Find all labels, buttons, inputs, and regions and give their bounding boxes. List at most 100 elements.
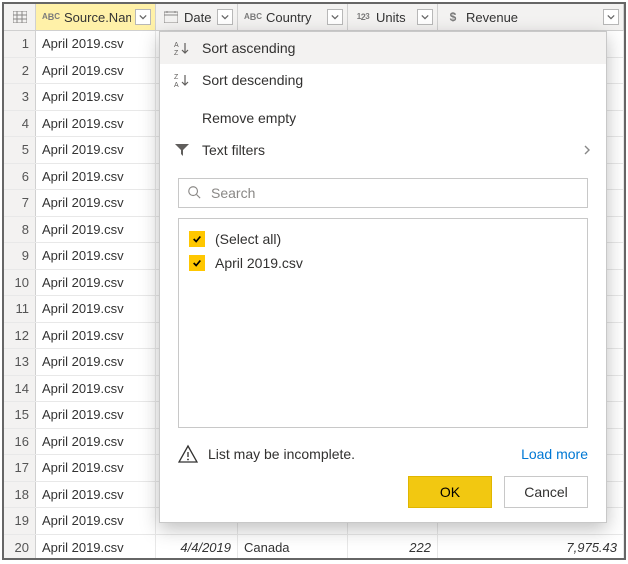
menu-label: Sort ascending xyxy=(202,40,295,56)
column-header-label: Revenue xyxy=(466,10,599,25)
cell-source[interactable]: April 2019.csv xyxy=(36,243,156,269)
row-number[interactable]: 2 xyxy=(4,58,36,84)
column-header-label: Source.Name xyxy=(64,10,131,25)
filter-select-all[interactable]: (Select all) xyxy=(189,227,577,251)
funnel-icon xyxy=(174,142,190,158)
menu-label: Remove empty xyxy=(202,110,296,126)
cell-source[interactable]: April 2019.csv xyxy=(36,217,156,243)
table-corner[interactable] xyxy=(4,4,36,30)
checkbox-checked-icon xyxy=(189,231,205,247)
column-header-date[interactable]: Date xyxy=(156,4,238,30)
text-type-icon: B xyxy=(244,10,262,24)
cell-country[interactable]: Canada xyxy=(238,535,348,559)
filter-search-input[interactable] xyxy=(209,184,579,202)
cell-source[interactable]: April 2019.csv xyxy=(36,137,156,163)
row-number[interactable]: 7 xyxy=(4,190,36,216)
row-number[interactable]: 8 xyxy=(4,217,36,243)
filter-search[interactable] xyxy=(178,178,588,208)
cancel-button[interactable]: Cancel xyxy=(504,476,588,508)
row-number[interactable]: 1 xyxy=(4,31,36,57)
cell-source[interactable]: April 2019.csv xyxy=(36,164,156,190)
row-number[interactable]: 19 xyxy=(4,508,36,534)
chevron-right-icon xyxy=(582,142,592,158)
row-number[interactable]: 20 xyxy=(4,535,36,559)
cell-source[interactable]: April 2019.csv xyxy=(36,376,156,402)
text-type-icon: B xyxy=(42,10,60,24)
svg-text:A: A xyxy=(174,82,179,88)
number-type-icon: 2 xyxy=(354,10,372,24)
sort-ascending-icon: AZ xyxy=(174,40,190,56)
sort-descending-item[interactable]: ZA Sort descending xyxy=(160,64,606,96)
row-number[interactable]: 17 xyxy=(4,455,36,481)
filter-incomplete-row: List may be incomplete. Load more xyxy=(160,438,606,466)
svg-text:Z: Z xyxy=(174,74,179,81)
cell-source[interactable]: April 2019.csv xyxy=(36,111,156,137)
cell-source[interactable]: April 2019.csv xyxy=(36,402,156,428)
search-icon xyxy=(187,185,201,202)
svg-text:Z: Z xyxy=(174,50,179,56)
row-number[interactable]: 15 xyxy=(4,402,36,428)
row-number[interactable]: 3 xyxy=(4,84,36,110)
checkbox-checked-icon xyxy=(189,255,205,271)
row-number[interactable]: 11 xyxy=(4,296,36,322)
menu-label: Sort descending xyxy=(202,72,303,88)
remove-empty-item[interactable]: Remove empty xyxy=(160,102,606,134)
text-filters-item[interactable]: Text filters xyxy=(160,134,606,166)
cell-revenue[interactable]: 7,975.43 xyxy=(438,535,624,559)
cell-source[interactable]: April 2019.csv xyxy=(36,535,156,559)
cell-source[interactable]: April 2019.csv xyxy=(36,270,156,296)
menu-label: Text filters xyxy=(202,142,265,158)
row-number[interactable]: 12 xyxy=(4,323,36,349)
cell-source[interactable]: April 2019.csv xyxy=(36,429,156,455)
date-type-icon xyxy=(162,10,180,24)
sort-ascending-item[interactable]: AZ Sort ascending xyxy=(160,32,606,64)
row-number[interactable]: 14 xyxy=(4,376,36,402)
svg-text:A: A xyxy=(174,42,179,49)
filter-dropdown-icon[interactable] xyxy=(327,9,343,25)
cell-source[interactable]: April 2019.csv xyxy=(36,323,156,349)
incomplete-message: List may be incomplete. xyxy=(208,446,511,462)
filter-dropdown-icon[interactable] xyxy=(135,9,151,25)
cell-source[interactable]: April 2019.csv xyxy=(36,349,156,375)
table-row[interactable]: 20April 2019.csv4/4/2019Canada2227,975.4… xyxy=(4,535,624,559)
cell-source[interactable]: April 2019.csv xyxy=(36,31,156,57)
filter-value-item[interactable]: April 2019.csv xyxy=(189,251,577,275)
column-header-source[interactable]: B Source.Name xyxy=(36,4,156,30)
row-number[interactable]: 13 xyxy=(4,349,36,375)
cell-source[interactable]: April 2019.csv xyxy=(36,508,156,534)
currency-type-icon: $ xyxy=(444,10,462,24)
filter-value-label: (Select all) xyxy=(215,231,281,247)
column-header-units[interactable]: 2 Units xyxy=(348,4,438,30)
row-number[interactable]: 18 xyxy=(4,482,36,508)
column-header-label: Date xyxy=(184,10,213,25)
column-header-label: Country xyxy=(266,10,323,25)
cell-date[interactable]: 4/4/2019 xyxy=(156,535,238,559)
cell-source[interactable]: April 2019.csv xyxy=(36,482,156,508)
column-header-country[interactable]: B Country xyxy=(238,4,348,30)
cell-units[interactable]: 222 xyxy=(348,535,438,559)
row-number[interactable]: 6 xyxy=(4,164,36,190)
filter-values-list: (Select all) April 2019.csv xyxy=(178,218,588,428)
row-number[interactable]: 5 xyxy=(4,137,36,163)
warning-icon xyxy=(178,444,198,464)
filter-dropdown-icon[interactable] xyxy=(417,9,433,25)
row-number[interactable]: 9 xyxy=(4,243,36,269)
column-header-revenue[interactable]: $ Revenue xyxy=(438,4,624,30)
column-header-label: Units xyxy=(376,10,413,25)
cell-source[interactable]: April 2019.csv xyxy=(36,190,156,216)
cell-source[interactable]: April 2019.csv xyxy=(36,84,156,110)
row-number[interactable]: 10 xyxy=(4,270,36,296)
cell-source[interactable]: April 2019.csv xyxy=(36,296,156,322)
row-number[interactable]: 16 xyxy=(4,429,36,455)
filter-value-label: April 2019.csv xyxy=(215,255,303,271)
filter-dropdown-icon[interactable] xyxy=(603,9,619,25)
column-header-row: B Source.Name Date B Country 2 Units $ xyxy=(4,4,624,31)
filter-dropdown-icon[interactable] xyxy=(217,9,233,25)
column-filter-panel: AZ Sort ascending ZA Sort descending Rem… xyxy=(159,31,607,523)
load-more-link[interactable]: Load more xyxy=(521,446,588,462)
sort-descending-icon: ZA xyxy=(174,72,190,88)
row-number[interactable]: 4 xyxy=(4,111,36,137)
cell-source[interactable]: April 2019.csv xyxy=(36,455,156,481)
ok-button[interactable]: OK xyxy=(408,476,492,508)
cell-source[interactable]: April 2019.csv xyxy=(36,58,156,84)
